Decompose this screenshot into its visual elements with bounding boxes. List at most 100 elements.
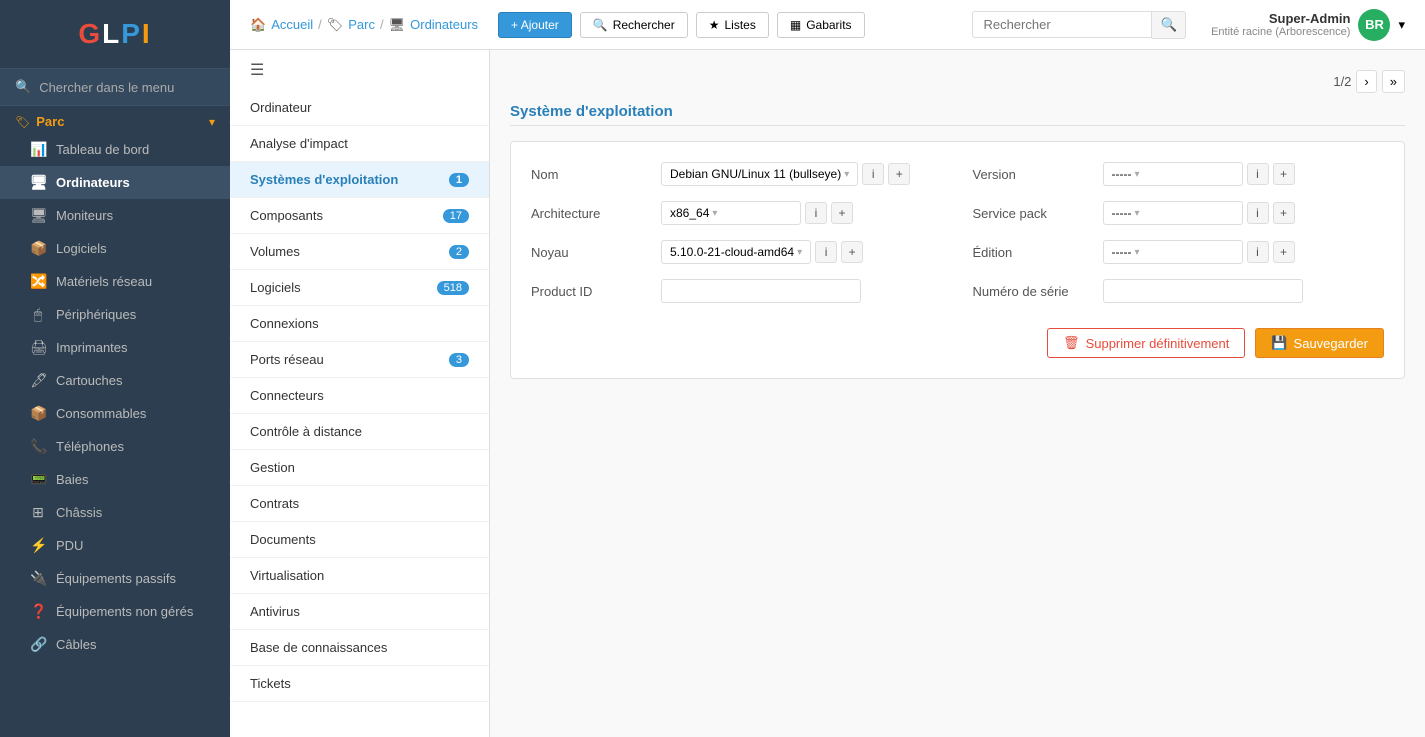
cartridge-icon: 🖋 xyxy=(30,372,46,389)
nav-item-composants[interactable]: Composants 17 xyxy=(230,198,489,234)
input-numero-serie[interactable] xyxy=(1103,279,1303,303)
pagination-count: 1/2 xyxy=(1333,74,1351,89)
sidebar-item-tableau-de-bord[interactable]: 📊 Tableau de bord xyxy=(0,133,230,166)
sidebar-item-cables[interactable]: 🔗 Câbles xyxy=(0,628,230,661)
nav-item-ports-reseau[interactable]: Ports réseau 3 xyxy=(230,342,489,378)
nav-label: Antivirus xyxy=(250,604,300,619)
nav-item-logiciels[interactable]: Logiciels 518 xyxy=(230,270,489,306)
sidebar-item-peripheriques[interactable]: 🖱 Périphériques xyxy=(0,298,230,331)
sidebar-item-label: Ordinateurs xyxy=(56,175,130,190)
sidebar-item-chassis[interactable]: ⊞ Châssis xyxy=(0,496,230,529)
save-button[interactable]: 💾 Sauvegarder xyxy=(1255,328,1384,358)
add-noyau-button[interactable]: + xyxy=(841,241,863,263)
label-edition: Édition xyxy=(973,245,1093,260)
search-button[interactable]: 🔍 Rechercher xyxy=(580,12,688,38)
select-version[interactable]: ----- ▾ xyxy=(1103,162,1243,186)
nav-item-base-connaissances[interactable]: Base de connaissances xyxy=(230,630,489,666)
sidebar-item-equipements-passifs[interactable]: 🔌 Équipements passifs xyxy=(0,562,230,595)
search-input[interactable] xyxy=(972,11,1152,38)
nav-label: Tickets xyxy=(250,676,291,691)
template-icon: ▦ xyxy=(790,18,801,32)
sidebar-item-consommables[interactable]: 📦 Consommables xyxy=(0,397,230,430)
nav-item-antivirus[interactable]: Antivirus xyxy=(230,594,489,630)
sidebar-item-materiels-reseau[interactable]: 🔀 Matériels réseau xyxy=(0,265,230,298)
select-noyau[interactable]: 5.10.0-21-cloud-amd64 ▾ xyxy=(661,240,811,264)
nav-item-gestion[interactable]: Gestion xyxy=(230,450,489,486)
nav-item-documents[interactable]: Documents xyxy=(230,522,489,558)
sidebar-item-pdu[interactable]: ⚡ PDU xyxy=(0,529,230,562)
sidebar-section-label: Parc xyxy=(36,114,64,129)
consumable-icon: 📦 xyxy=(30,405,46,422)
info-edition-button[interactable]: i xyxy=(1247,241,1269,263)
select-architecture[interactable]: x86_64 ▾ xyxy=(661,201,801,225)
info-architecture-button[interactable]: i xyxy=(805,202,827,224)
sidebar-item-label: Périphériques xyxy=(56,307,136,322)
info-version-button[interactable]: i xyxy=(1247,163,1269,185)
field-architecture: Architecture x86_64 ▾ i + xyxy=(531,201,943,225)
chevron-down-icon[interactable]: ▾ xyxy=(1398,17,1405,33)
add-nom-button[interactable]: + xyxy=(888,163,910,185)
sidebar-item-label: Téléphones xyxy=(56,439,124,454)
sidebar-item-ordinateurs[interactable]: 🖥 Ordinateurs xyxy=(0,166,230,199)
pdu-icon: ⚡ xyxy=(30,537,46,554)
breadcrumb-parc[interactable]: Parc xyxy=(348,17,375,32)
avatar[interactable]: BR xyxy=(1358,9,1390,41)
right-panel: 1/2 › » Système d'exploitation Nom xyxy=(490,50,1425,737)
select-edition[interactable]: ----- ▾ xyxy=(1103,240,1243,264)
lists-button[interactable]: ★ Listes xyxy=(696,12,769,38)
next-page-button[interactable]: › xyxy=(1356,70,1376,93)
breadcrumb-accueil[interactable]: Accueil xyxy=(271,17,313,32)
list-icon: ★ xyxy=(709,18,720,32)
breadcrumb-ordinateurs[interactable]: Ordinateurs xyxy=(410,17,478,32)
sidebar-item-cartouches[interactable]: 🖋 Cartouches xyxy=(0,364,230,397)
last-page-button[interactable]: » xyxy=(1382,70,1405,93)
sidebar-search[interactable]: 🔍 Chercher dans le menu xyxy=(0,69,230,106)
network-icon: 🔀 xyxy=(30,273,46,290)
select-service-pack[interactable]: ----- ▾ xyxy=(1103,201,1243,225)
info-service-pack-button[interactable]: i xyxy=(1247,202,1269,224)
templates-button[interactable]: ▦ Gabarits xyxy=(777,12,865,38)
search-submit-button[interactable]: 🔍 xyxy=(1152,11,1186,39)
dropdown-arrow-edition: ▾ xyxy=(1134,247,1139,258)
sidebar-item-equipements-non-geres[interactable]: ❓ Équipements non gérés xyxy=(0,595,230,628)
label-architecture: Architecture xyxy=(531,206,651,221)
add-button[interactable]: + Ajouter xyxy=(498,12,572,38)
nav-label: Gestion xyxy=(250,460,295,475)
nav-label: Contrôle à distance xyxy=(250,424,362,439)
sidebar-item-baies[interactable]: 📟 Baies xyxy=(0,463,230,496)
nav-item-systemes-exploitation[interactable]: Systèmes d'exploitation 1 xyxy=(230,162,489,198)
select-nom[interactable]: Debian GNU/Linux 11 (bullseye) ▾ xyxy=(661,162,858,186)
nav-item-connexions[interactable]: Connexions xyxy=(230,306,489,342)
printer-icon: 🖨 xyxy=(30,339,46,356)
sidebar-item-telephones[interactable]: 📞 Téléphones xyxy=(0,430,230,463)
nav-item-controle-distance[interactable]: Contrôle à distance xyxy=(230,414,489,450)
sidebar-item-logiciels[interactable]: 📦 Logiciels xyxy=(0,232,230,265)
sidebar-item-label: Tableau de bord xyxy=(56,142,149,157)
sidebar-item-imprimantes[interactable]: 🖨 Imprimantes xyxy=(0,331,230,364)
nav-item-ordinateur[interactable]: Ordinateur xyxy=(230,90,489,126)
nav-item-connecteurs[interactable]: Connecteurs xyxy=(230,378,489,414)
sidebar-section-parc[interactable]: 🏷 Parc ▾ xyxy=(0,106,230,133)
nav-item-tickets[interactable]: Tickets xyxy=(230,666,489,702)
nav-item-virtualisation[interactable]: Virtualisation xyxy=(230,558,489,594)
home-icon: 🏠 xyxy=(250,17,266,33)
add-version-button[interactable]: + xyxy=(1273,163,1295,185)
nav-item-volumes[interactable]: Volumes 2 xyxy=(230,234,489,270)
add-architecture-button[interactable]: + xyxy=(831,202,853,224)
nav-item-contrats[interactable]: Contrats xyxy=(230,486,489,522)
sidebar-item-label: Équipements passifs xyxy=(56,571,176,586)
badge-composants: 17 xyxy=(443,209,469,223)
label-noyau: Noyau xyxy=(531,245,651,260)
add-edition-button[interactable]: + xyxy=(1273,241,1295,263)
nav-item-analyse-impact[interactable]: Analyse d'impact xyxy=(230,126,489,162)
pagination-bar: 1/2 › » xyxy=(510,70,1405,93)
logo: GLPI xyxy=(0,0,230,69)
nav-label: Connecteurs xyxy=(250,388,324,403)
sidebar-item-moniteurs[interactable]: 🖥 Moniteurs xyxy=(0,199,230,232)
info-noyau-button[interactable]: i xyxy=(815,241,837,263)
info-nom-button[interactable]: i xyxy=(862,163,884,185)
input-product-id[interactable] xyxy=(661,279,861,303)
add-service-pack-button[interactable]: + xyxy=(1273,202,1295,224)
field-service-pack: Service pack ----- ▾ i + xyxy=(973,201,1385,225)
delete-button[interactable]: 🗑 Supprimer définitivement xyxy=(1047,328,1245,358)
